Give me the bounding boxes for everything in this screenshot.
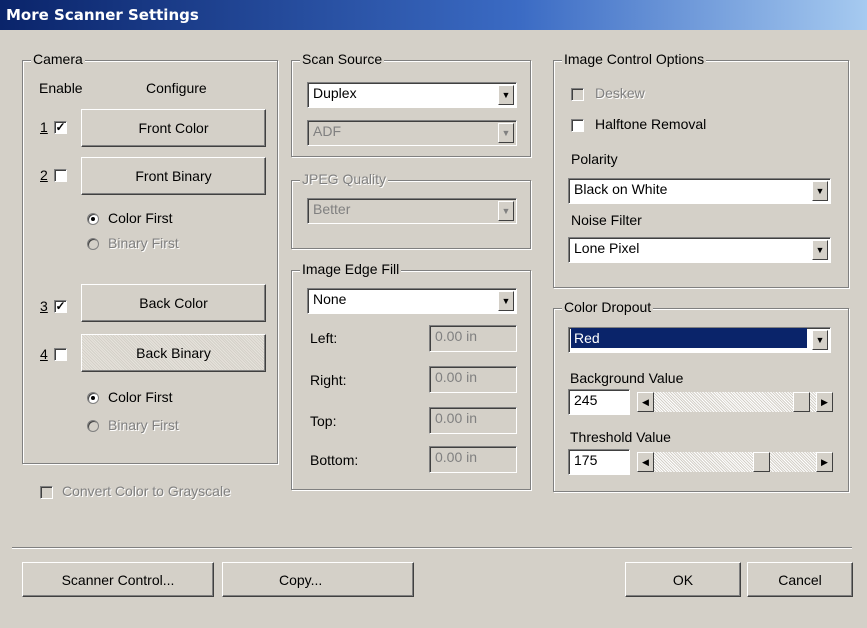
jpeg-quality-dropdown-arrow-icon[interactable]: ▼	[498, 201, 514, 221]
color-dropout-select[interactable]: Red ▼	[568, 327, 831, 353]
halftone-removal-label: Halftone Removal	[595, 116, 707, 132]
polarity-dropdown-arrow-icon[interactable]: ▼	[812, 181, 828, 201]
title-bar: More Scanner Settings	[0, 0, 867, 30]
camera-1-enable-checkbox[interactable]: ✓	[54, 121, 67, 134]
copy-button[interactable]: Copy...	[222, 562, 414, 597]
image-edge-fill-dropdown-arrow-icon[interactable]: ▼	[498, 291, 514, 311]
edge-left-label: Left:	[310, 330, 338, 346]
front-color-first-label: Color First	[108, 210, 173, 226]
adf-dropdown-arrow-icon[interactable]: ▼	[498, 123, 514, 143]
ok-button[interactable]: OK	[625, 562, 741, 597]
noise-filter-dropdown-arrow-icon[interactable]: ▼	[812, 240, 828, 260]
edge-bottom-input[interactable]: 0.00 in	[429, 446, 517, 473]
edge-right-input[interactable]: 0.00 in	[429, 366, 517, 393]
background-value-label: Background Value	[570, 370, 684, 386]
convert-grayscale-label: Convert Color to Grayscale	[62, 483, 231, 499]
back-color-first-label: Color First	[108, 389, 173, 405]
color-dropout-value: Red	[571, 328, 807, 348]
image-edge-fill-legend: Image Edge Fill	[300, 261, 402, 277]
front-color-first-radio[interactable]	[87, 213, 99, 225]
back-binary-button[interactable]: Back Binary	[81, 334, 266, 372]
threshold-value-label: Threshold Value	[570, 429, 671, 445]
camera-3-number: 3	[40, 298, 48, 314]
scan-source-value: Duplex	[313, 85, 357, 101]
jpeg-quality-value: Better	[313, 201, 351, 217]
front-binary-button[interactable]: Front Binary	[81, 157, 266, 195]
scanner-control-button[interactable]: Scanner Control...	[22, 562, 214, 597]
background-slider-thumb[interactable]	[793, 392, 810, 412]
threshold-value-input[interactable]: 175	[568, 449, 630, 475]
color-dropout-legend: Color Dropout	[562, 299, 654, 315]
image-edge-fill-value: None	[313, 291, 347, 307]
back-binary-first-label: Binary First	[108, 417, 179, 433]
background-slider-right-arrow-icon[interactable]: ▶	[816, 392, 833, 412]
threshold-slider-thumb[interactable]	[753, 452, 770, 472]
threshold-slider-right-arrow-icon[interactable]: ▶	[816, 452, 833, 472]
adf-value: ADF	[313, 123, 341, 139]
scan-source-select[interactable]: Duplex ▼	[307, 82, 517, 108]
threshold-slider-left-arrow-icon[interactable]: ◀	[637, 452, 654, 472]
scan-source-dropdown-arrow-icon[interactable]: ▼	[498, 85, 514, 105]
camera-legend: Camera	[31, 51, 85, 67]
back-color-first-radio[interactable]	[87, 392, 99, 404]
background-value-input[interactable]: 245	[568, 389, 630, 415]
edge-top-input[interactable]: 0.00 in	[429, 407, 517, 434]
camera-2-number: 2	[40, 167, 48, 183]
jpeg-quality-legend: JPEG Quality	[300, 171, 389, 187]
enable-header: Enable	[39, 80, 83, 96]
window-title: More Scanner Settings	[6, 6, 199, 24]
camera-4-number: 4	[40, 346, 48, 362]
configure-header: Configure	[146, 80, 207, 96]
adf-select[interactable]: ADF ▼	[307, 120, 517, 146]
deskew-checkbox[interactable]	[571, 88, 584, 101]
cancel-button[interactable]: Cancel	[747, 562, 853, 597]
polarity-label: Polarity	[571, 151, 618, 167]
image-edge-fill-select[interactable]: None ▼	[307, 288, 517, 314]
back-binary-first-radio[interactable]	[87, 420, 99, 432]
footer-separator-highlight	[12, 548, 852, 549]
front-color-button[interactable]: Front Color	[81, 109, 266, 147]
polarity-select[interactable]: Black on White ▼	[568, 178, 831, 204]
noise-filter-label: Noise Filter	[571, 212, 642, 228]
jpeg-quality-select[interactable]: Better ▼	[307, 198, 517, 224]
noise-filter-select[interactable]: Lone Pixel ▼	[568, 237, 831, 263]
edge-left-input[interactable]: 0.00 in	[429, 325, 517, 352]
camera-4-enable-checkbox[interactable]	[54, 348, 67, 361]
image-control-legend: Image Control Options	[562, 51, 707, 67]
background-slider-left-arrow-icon[interactable]: ◀	[637, 392, 654, 412]
color-dropout-dropdown-arrow-icon[interactable]: ▼	[812, 330, 828, 350]
convert-grayscale-checkbox[interactable]	[40, 486, 53, 499]
front-binary-first-radio[interactable]	[87, 238, 99, 250]
background-value-slider[interactable]: ◀ ▶	[637, 392, 833, 412]
edge-top-label: Top:	[310, 413, 337, 429]
camera-1-number: 1	[40, 119, 48, 135]
front-binary-first-label: Binary First	[108, 235, 179, 251]
halftone-removal-checkbox[interactable]	[571, 119, 584, 132]
edge-bottom-label: Bottom:	[310, 452, 359, 468]
scan-source-legend: Scan Source	[300, 51, 385, 67]
camera-3-enable-checkbox[interactable]: ✓	[54, 300, 67, 313]
noise-filter-value: Lone Pixel	[574, 240, 640, 256]
camera-2-enable-checkbox[interactable]	[54, 169, 67, 182]
back-color-button[interactable]: Back Color	[81, 284, 266, 322]
polarity-value: Black on White	[574, 181, 668, 197]
edge-right-label: Right:	[310, 372, 347, 388]
threshold-value-slider[interactable]: ◀ ▶	[637, 452, 833, 472]
deskew-label: Deskew	[595, 85, 645, 101]
